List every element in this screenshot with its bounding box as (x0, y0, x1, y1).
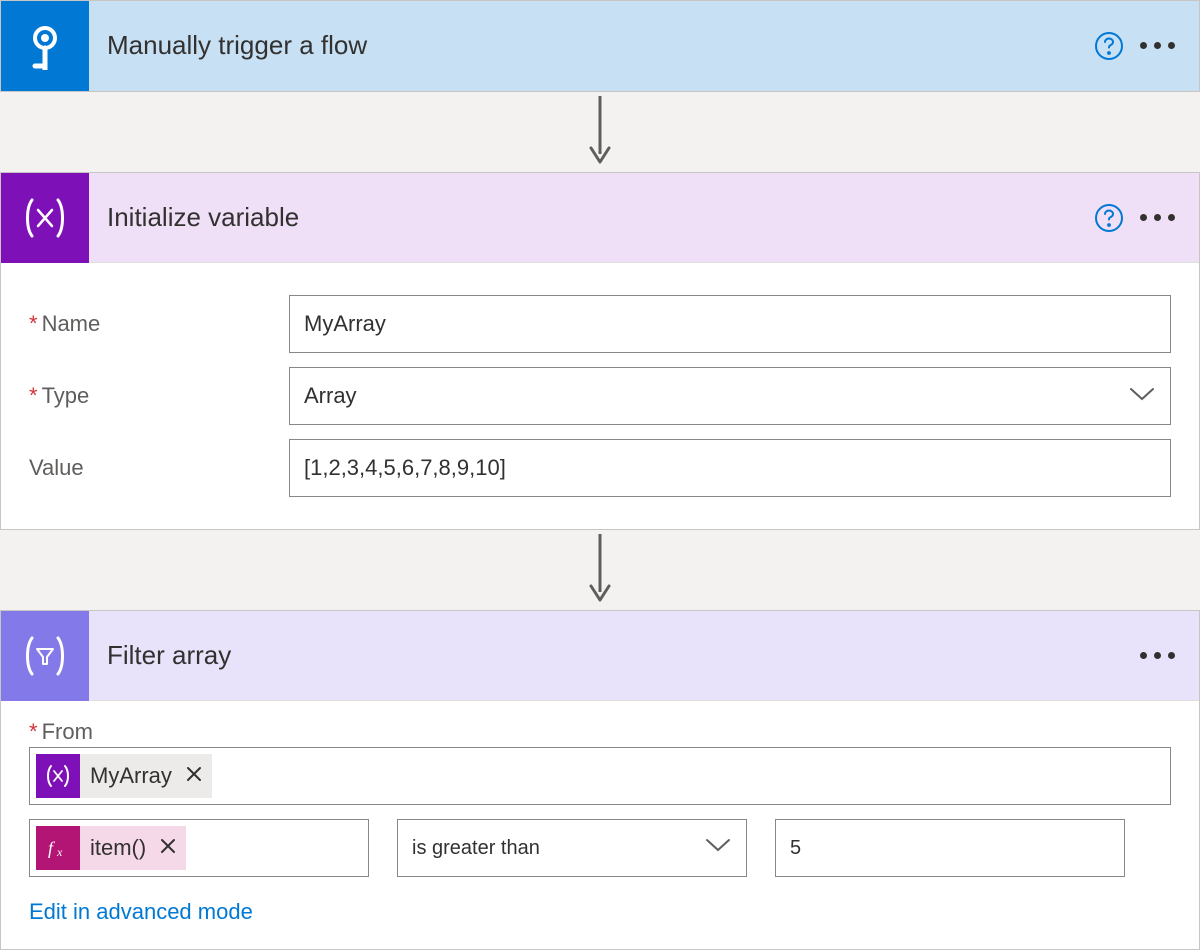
svg-text:f: f (48, 838, 56, 858)
variable-token-icon (36, 754, 80, 798)
type-label: *Type (29, 383, 289, 409)
value-input[interactable] (289, 439, 1171, 497)
expression-token-label: item() (80, 835, 156, 861)
trigger-card: Manually trigger a flow (0, 0, 1200, 92)
chevron-down-icon (704, 836, 732, 860)
condition-left-input[interactable]: f x item() (29, 819, 369, 877)
svg-text:x: x (56, 845, 63, 859)
help-button[interactable] (1085, 194, 1133, 242)
type-selected-value: Array (304, 383, 357, 409)
filter-array-title: Filter array (89, 640, 1133, 671)
trigger-header[interactable]: Manually trigger a flow (1, 1, 1199, 91)
more-menu-button[interactable] (1133, 632, 1181, 680)
init-variable-title: Initialize variable (89, 202, 1085, 233)
filter-array-header[interactable]: Filter array (1, 611, 1199, 701)
init-variable-card: Initialize variable *Name (0, 172, 1200, 530)
expression-token[interactable]: f x item() (36, 826, 186, 870)
filter-array-body: *From MyArray (1, 701, 1199, 949)
init-variable-body: *Name *Type Array Value (1, 263, 1199, 529)
condition-right-input[interactable]: 5 (775, 819, 1125, 877)
remove-token-button[interactable] (182, 765, 212, 788)
condition-operator-select[interactable]: is greater than (397, 819, 747, 877)
more-menu-button[interactable] (1133, 194, 1181, 242)
trigger-icon (1, 1, 89, 91)
variable-token-label: MyArray (80, 763, 182, 789)
name-input[interactable] (289, 295, 1171, 353)
fx-icon: f x (36, 826, 80, 870)
value-label: Value (29, 455, 289, 481)
edit-advanced-mode-link[interactable]: Edit in advanced mode (29, 899, 253, 925)
help-button[interactable] (1085, 22, 1133, 70)
variable-icon (1, 173, 89, 263)
name-label: *Name (29, 311, 289, 337)
from-input[interactable]: MyArray (29, 747, 1171, 805)
more-menu-button[interactable] (1133, 22, 1181, 70)
variable-token[interactable]: MyArray (36, 754, 212, 798)
type-select[interactable]: Array (289, 367, 1171, 425)
connector-arrow (0, 92, 1200, 172)
condition-row: f x item() is greater than (29, 819, 1171, 877)
chevron-down-icon (1128, 383, 1156, 409)
trigger-title: Manually trigger a flow (89, 30, 1085, 61)
condition-right-value: 5 (790, 837, 801, 860)
operator-selected-value: is greater than (412, 837, 540, 860)
from-label: *From (29, 719, 1171, 745)
remove-token-button[interactable] (156, 837, 186, 860)
init-variable-header[interactable]: Initialize variable (1, 173, 1199, 263)
connector-arrow (0, 530, 1200, 610)
filter-icon (1, 611, 89, 701)
filter-array-card: Filter array *From MyArra (0, 610, 1200, 950)
